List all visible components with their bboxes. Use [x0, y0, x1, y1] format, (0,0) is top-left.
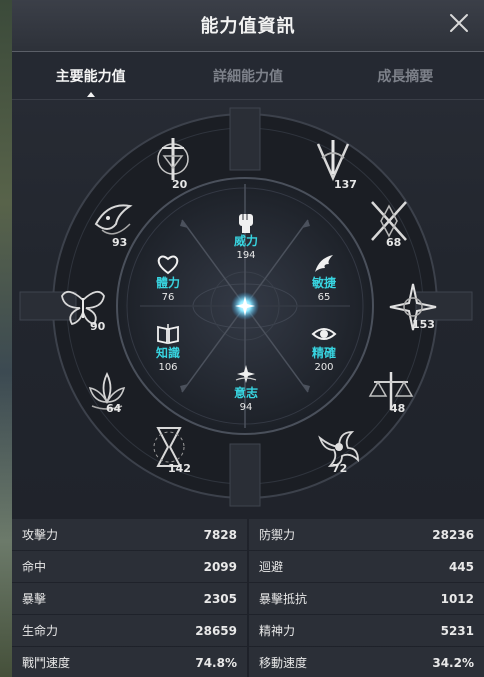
stat-cell-hp: 生命力 28659: [12, 615, 247, 646]
close-icon[interactable]: [448, 12, 470, 34]
stat-cell-mp: 精神力 5231: [249, 615, 484, 646]
scale-emblem-value: 48: [390, 402, 406, 415]
stats-row: 戰鬥速度 74.8% 移動速度 34.2%: [12, 647, 484, 677]
stat-info-panel: 能力值資訊 主要能力值 詳細能力值 成長摘要 20 137 93 68 90 1…: [12, 0, 484, 677]
star-emblem[interactable]: 153: [380, 278, 450, 348]
swirl-emblem-value: 72: [332, 462, 348, 475]
stat-label: 移動速度: [259, 656, 308, 670]
stat-knowledge-value: 106: [158, 362, 178, 373]
book-icon: [157, 324, 179, 345]
stat-health-label: 體力: [155, 276, 180, 290]
stat-cell-critical-resist: 暴擊抵抗 1012: [249, 583, 484, 614]
stat-agility-label: 敏捷: [311, 276, 336, 290]
butterfly-emblem[interactable]: 90: [50, 278, 120, 348]
stat-label: 精神力: [259, 624, 296, 638]
stat-wheel: 20 137 93 68 90 153 64 48 142 72 威力 194 …: [12, 100, 484, 515]
stat-label: 攻擊力: [22, 528, 59, 542]
stat-health-value: 76: [161, 292, 175, 303]
stat-value: 34.2%: [432, 655, 474, 670]
stat-power-label: 威力: [233, 234, 258, 248]
lotus-emblem[interactable]: 64: [74, 362, 144, 432]
eye-icon: [311, 328, 337, 340]
hourglass-emblem-value: 142: [168, 462, 191, 475]
stat-precision-value: 200: [314, 362, 334, 373]
stat-will-value: 94: [239, 402, 253, 413]
wing-icon: [315, 255, 333, 272]
stat-value: 28659: [195, 623, 237, 638]
panel-title: 能力值資訊: [200, 16, 296, 37]
tab-main-stats[interactable]: 主要能力值: [12, 52, 169, 99]
stat-label: 生命力: [22, 624, 59, 638]
sword-emblem[interactable]: 20: [140, 130, 210, 200]
blade-emblem[interactable]: 137: [300, 130, 370, 200]
tab-growth-summary[interactable]: 成長摘要: [327, 52, 484, 99]
stats-row: 命中 2099 迴避 445: [12, 551, 484, 582]
stat-precision-label: 精確: [311, 346, 336, 360]
stat-value: 7828: [203, 527, 237, 542]
stat-label: 戰鬥速度: [22, 656, 71, 670]
stat-precision[interactable]: 精確 200: [294, 322, 354, 374]
stat-label: 防禦力: [259, 528, 296, 542]
stat-cell-accuracy: 命中 2099: [12, 551, 247, 582]
stat-knowledge-label: 知識: [155, 346, 180, 360]
stat-value: 74.8%: [195, 655, 237, 670]
stat-power-value: 194: [236, 250, 256, 261]
stat-cell-attack: 攻擊力 7828: [12, 519, 247, 550]
sword-emblem-value: 20: [172, 178, 188, 191]
bird-emblem-value: 93: [112, 236, 128, 249]
stat-label: 暴擊: [22, 592, 47, 606]
fist-icon: [239, 214, 253, 233]
stats-row: 攻擊力 7828 防禦力 28236: [12, 519, 484, 550]
butterfly-emblem-value: 90: [90, 320, 106, 333]
stat-cell-critical: 暴擊 2305: [12, 583, 247, 614]
lotus-emblem-value: 64: [106, 402, 122, 415]
stat-value: 2099: [203, 559, 237, 574]
tab-bar: 主要能力值 詳細能力值 成長摘要: [12, 52, 484, 100]
background-scene: [0, 0, 12, 677]
stat-label: 暴擊抵抗: [259, 592, 308, 606]
star-emblem-value: 153: [412, 318, 435, 331]
swirl-emblem[interactable]: 72: [306, 418, 376, 488]
spark-icon: [235, 365, 257, 383]
stat-value: 5231: [440, 623, 474, 638]
stat-value: 1012: [440, 591, 474, 606]
blade-emblem-value: 137: [334, 178, 357, 191]
sword-emblem-icon: [157, 138, 189, 180]
stat-power[interactable]: 威力 194: [216, 210, 276, 262]
heart-icon: [157, 255, 179, 275]
stat-label: 迴避: [259, 560, 284, 574]
stats-row: 生命力 28659 精神力 5231: [12, 615, 484, 646]
panel-header: 能力值資訊: [12, 0, 484, 52]
stat-will[interactable]: 意志 94: [216, 362, 276, 414]
stat-agility-value: 65: [317, 292, 331, 303]
tab-detailed-stats[interactable]: 詳細能力值: [169, 52, 326, 99]
stat-agility[interactable]: 敏捷 65: [294, 252, 354, 304]
stat-knowledge[interactable]: 知識 106: [138, 322, 198, 374]
stat-cell-defense: 防禦力 28236: [249, 519, 484, 550]
stat-value: 28236: [432, 527, 474, 542]
crossed-blades-emblem-value: 68: [386, 236, 402, 249]
bird-emblem[interactable]: 93: [80, 190, 150, 260]
stat-will-label: 意志: [233, 386, 258, 400]
hourglass-emblem[interactable]: 142: [136, 418, 206, 488]
stat-value: 2305: [203, 591, 237, 606]
stat-label: 命中: [22, 560, 47, 574]
blade-emblem-icon: [316, 140, 350, 182]
stat-cell-move-speed: 移動速度 34.2%: [249, 647, 484, 677]
stat-health[interactable]: 體力 76: [138, 252, 198, 304]
stats-table: 攻擊力 7828 防禦力 28236 命中 2099 迴避 445 暴擊 230…: [12, 519, 484, 677]
crossed-blades-emblem[interactable]: 68: [356, 192, 426, 262]
stat-cell-evasion: 迴避 445: [249, 551, 484, 582]
stat-cell-combat-speed: 戰鬥速度 74.8%: [12, 647, 247, 677]
stat-value: 445: [448, 559, 474, 574]
stats-row: 暴擊 2305 暴擊抵抗 1012: [12, 583, 484, 614]
